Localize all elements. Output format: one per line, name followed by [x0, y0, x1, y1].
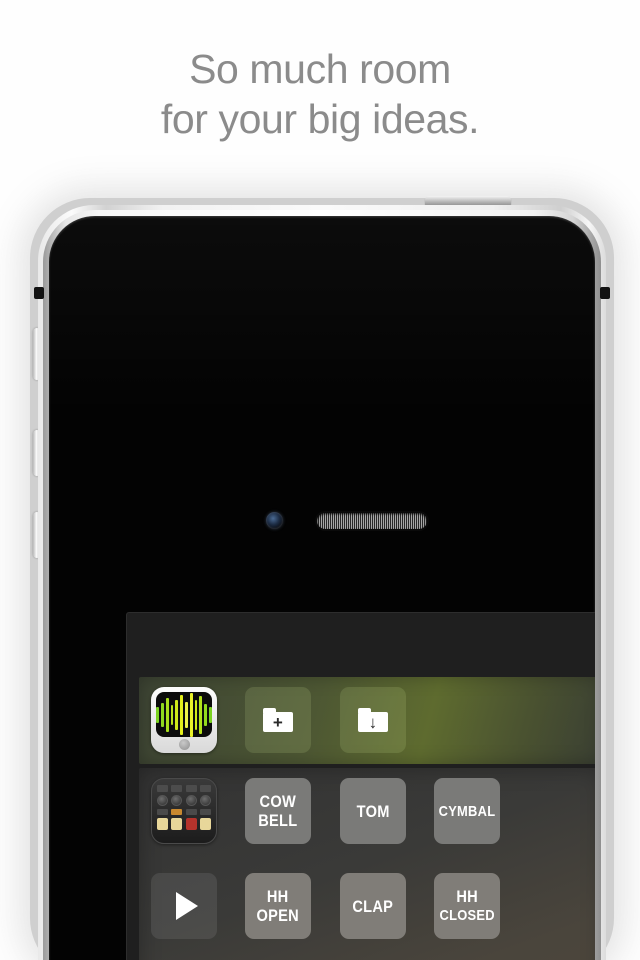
folder-plus-icon: +: [263, 708, 293, 732]
page-title: So much room for your big ideas.: [0, 44, 640, 144]
folder-download-glyph: ↓: [368, 712, 378, 732]
drum-pad-label: HH: [456, 887, 478, 906]
drum-pad-hh-open[interactable]: HH OPEN: [245, 873, 311, 939]
play-button[interactable]: [151, 873, 217, 939]
headline-line-1: So much room: [189, 46, 451, 92]
new-folder-button[interactable]: +: [245, 687, 311, 753]
drum-machine-app-icon[interactable]: [151, 778, 217, 844]
device-frame: + ↓ COW BELL TOM CYMBAL HH OPEN CLAP HH …: [38, 205, 606, 960]
section-recorder: + ↓: [139, 677, 595, 764]
drum-pad-hh-closed[interactable]: HH CLOSED: [434, 873, 500, 939]
earpiece-speaker-icon: [317, 513, 427, 529]
section-drum-machine: COW BELL TOM CYMBAL HH OPEN CLAP HH CLOS…: [139, 768, 595, 960]
drum-pad-label: CLOSED: [439, 907, 495, 924]
drum-pad-label: CLAP: [352, 896, 394, 916]
play-icon: [175, 892, 198, 920]
drum-pad-cymbal[interactable]: CYMBAL: [434, 778, 500, 844]
drum-pad-label: HH: [267, 887, 289, 906]
antenna-gap-left: [34, 287, 44, 299]
device-display: + ↓ COW BELL TOM CYMBAL HH OPEN CLAP HH …: [49, 216, 595, 960]
audio-recorder-app-icon[interactable]: [151, 687, 217, 753]
page-root: So much room for your big ideas. + ↓ COW…: [0, 0, 640, 960]
drum-pad-clap[interactable]: CLAP: [340, 873, 406, 939]
drum-pad-label: TOM: [356, 801, 390, 821]
folder-plus-glyph: +: [272, 712, 284, 732]
drum-pad-cowbell[interactable]: COW BELL: [245, 778, 311, 844]
app-screen: + ↓ COW BELL TOM CYMBAL HH OPEN CLAP HH …: [126, 612, 595, 960]
front-camera-icon: [266, 512, 283, 529]
drum-pad-tom[interactable]: TOM: [340, 778, 406, 844]
folder-download-icon: ↓: [358, 708, 388, 732]
drum-pad-label: BELL: [258, 811, 298, 830]
waveform-icon: [156, 692, 212, 737]
import-folder-button[interactable]: ↓: [340, 687, 406, 753]
antenna-gap-right: [600, 287, 610, 299]
drum-pad-label: OPEN: [256, 906, 300, 925]
drum-pad-label: COW: [259, 792, 297, 811]
headline-line-2: for your big ideas.: [160, 96, 480, 142]
drum-pad-label: CYMBAL: [438, 802, 496, 820]
home-button-icon: [178, 739, 190, 750]
